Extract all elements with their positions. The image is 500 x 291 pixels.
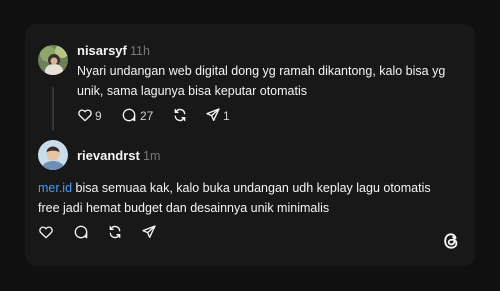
repost-icon[interactable] [107, 224, 123, 240]
post-text-line: unik, sama lagunya bisa keputar otomatis [77, 84, 307, 98]
like-count: 9 [95, 109, 102, 123]
share-count: 1 [223, 109, 230, 123]
reply-text: mer.id bisa semuaa kak, kalo buka undang… [38, 178, 431, 218]
reply-timestamp[interactable]: 1m [143, 149, 160, 163]
send-icon[interactable] [141, 224, 157, 240]
mention-link[interactable]: mer.id [38, 181, 72, 195]
comment-icon[interactable] [121, 107, 137, 123]
send-icon[interactable] [205, 107, 221, 123]
post-timestamp[interactable]: 11h [130, 44, 150, 58]
comment-icon[interactable] [73, 224, 89, 240]
reply-text-line: free jadi hemat budget dan desainnya uni… [38, 201, 330, 215]
heart-icon[interactable] [77, 107, 93, 123]
reply-author-username[interactable]: rievandrst [77, 148, 140, 163]
post-text-line: Nyari undangan web digital dong yg ramah… [77, 64, 446, 78]
heart-icon[interactable] [38, 224, 54, 240]
threads-logo-icon [441, 231, 461, 251]
reply-text-line: mer.id bisa semuaa kak, kalo buka undang… [38, 178, 431, 198]
reply-author-avatar[interactable] [38, 140, 68, 170]
reply-text-line1-rest: bisa semuaa kak, kalo buka undangan udh … [72, 181, 431, 195]
repost-icon[interactable] [172, 107, 188, 123]
reply-count: 27 [140, 109, 154, 123]
post-author-avatar[interactable] [38, 45, 68, 75]
thread-connector-line [52, 87, 54, 131]
post-text: Nyari undangan web digital dong yg ramah… [77, 61, 445, 101]
post-author-username[interactable]: nisarsyf [77, 43, 127, 58]
